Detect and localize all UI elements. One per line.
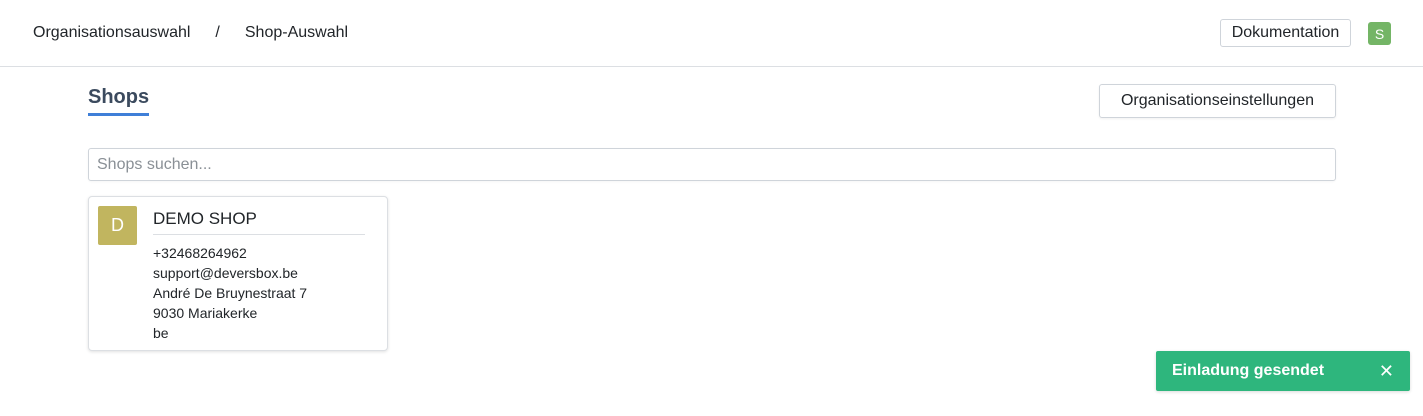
shop-card[interactable]: D DEMO SHOP +32468264962 support@deversb…: [88, 196, 388, 351]
page-title: Shops: [88, 86, 150, 116]
shop-phone: +32468264962: [153, 245, 247, 261]
shop-city: 9030 Mariakerke: [153, 305, 258, 321]
shop-email: support@deversbox.be: [153, 265, 298, 281]
top-bar: Organisationsauswahl / Shop-Auswahl Doku…: [0, 0, 1423, 67]
user-avatar[interactable]: S: [1368, 22, 1391, 45]
shop-street: André De Bruynestraat 7: [153, 285, 308, 301]
shop-details: +32468264962 support@deversbox.be André …: [153, 243, 307, 343]
toast-message: Einladung gesendet: [1172, 362, 1325, 379]
breadcrumb-organisation[interactable]: Organisationsauswahl: [33, 24, 190, 42]
breadcrumb: Organisationsauswahl / Shop-Auswahl: [33, 24, 348, 42]
breadcrumb-shop[interactable]: Shop-Auswahl: [245, 24, 348, 42]
success-toast: Einladung gesendet ✕: [1156, 351, 1410, 391]
shop-avatar: D: [98, 206, 137, 245]
breadcrumb-separator: /: [215, 24, 220, 41]
shop-country: be: [153, 325, 169, 341]
search-input[interactable]: [88, 148, 1336, 181]
close-icon[interactable]: ✕: [1379, 362, 1394, 380]
shop-name: DEMO SHOP: [153, 209, 365, 235]
organisation-settings-button[interactable]: Organisationseinstellungen: [1099, 84, 1336, 118]
documentation-button[interactable]: Dokumentation: [1220, 19, 1351, 47]
